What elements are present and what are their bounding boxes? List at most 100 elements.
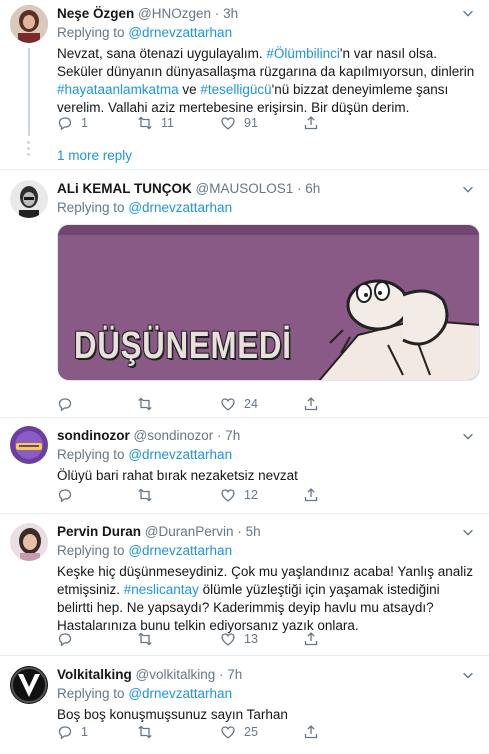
reply-button[interactable]: 1: [57, 114, 88, 132]
tweet-actions: 1 11 91: [57, 114, 357, 132]
like-button[interactable]: 91: [220, 114, 258, 132]
share-button[interactable]: [303, 395, 319, 413]
text-segment: ve: [178, 82, 201, 97]
caret-down-icon[interactable]: [461, 429, 475, 443]
author-name[interactable]: Volkitalking: [57, 667, 132, 682]
replying-to-label: Replying to: [57, 447, 125, 462]
share-button[interactable]: [303, 630, 319, 648]
tweet-time[interactable]: 6h: [305, 181, 320, 196]
caret-down-icon[interactable]: [461, 6, 475, 20]
retweet-icon: [138, 488, 152, 502]
like-button[interactable]: 12: [220, 486, 258, 504]
replying-to-mention[interactable]: @drnevzattarhan: [128, 200, 232, 215]
tweet-time[interactable]: 3h: [223, 6, 238, 21]
like-count: 13: [244, 632, 258, 646]
tweet-5[interactable]: Volkitalking @volkitalking · 7h Replying…: [0, 656, 489, 754]
tweet-3[interactable]: sondinozor @sondinozor · 7h Replying to …: [0, 418, 489, 514]
replying-to-mention[interactable]: @drnevzattarhan: [128, 543, 232, 558]
like-icon: [221, 398, 235, 411]
tweet-4[interactable]: Pervin Duran @DuranPervin · 5h Replying …: [0, 514, 489, 654]
avatar-pervin-duran[interactable]: [10, 523, 48, 561]
author-handle[interactable]: @HNOzgen: [138, 6, 211, 21]
tweet-image[interactable]: DÜŞÜNEMEDİ: [57, 224, 480, 381]
share-icon: [304, 632, 318, 646]
like-count: 12: [244, 488, 258, 502]
author-handle[interactable]: @volkitalking: [136, 667, 216, 682]
author-handle[interactable]: @MAUSOLOS1: [196, 181, 294, 196]
separator-dot: ·: [214, 6, 220, 21]
avatar-sondinozor[interactable]: [10, 426, 48, 464]
retweet-icon: [138, 725, 152, 739]
tweet-time[interactable]: 7h: [225, 428, 240, 443]
retweet-button[interactable]: 11: [137, 114, 174, 132]
author-name[interactable]: Pervin Duran: [57, 524, 141, 539]
like-button[interactable]: 13: [220, 630, 258, 648]
hashtag-link[interactable]: #Ölümbilinci: [266, 46, 340, 61]
tweet-actions: 24: [57, 395, 357, 413]
reply-icon: [58, 489, 72, 503]
tweet-text: Nevzat, sana ötenazi uygulayalım. #Ölümb…: [57, 45, 477, 117]
avatar-ali-kemal-tuncok[interactable]: [10, 180, 48, 218]
hashtag-link[interactable]: #hayataanlamkatma: [57, 82, 179, 97]
share-icon: [304, 488, 318, 502]
replying-to: Replying to @drnevzattarhan: [57, 24, 477, 42]
retweet-button[interactable]: [137, 630, 161, 648]
replying-to-mention[interactable]: @drnevzattarhan: [128, 686, 232, 701]
reply-button[interactable]: [57, 395, 81, 413]
separator-dot: ·: [217, 428, 222, 443]
tweet-text: Keşke hiç düşünmeseydiniz. Çok mu yaşlan…: [57, 563, 477, 635]
reply-button[interactable]: 1: [57, 723, 88, 741]
tweet-1[interactable]: Neşe Özgen @HNOzgen · 3h Replying to @dr…: [0, 0, 489, 166]
tweet-text: Ölüyü bari rahat bırak nezaketsiz nevzat: [57, 468, 298, 483]
like-icon: [221, 489, 235, 502]
caret-down-icon[interactable]: [461, 182, 475, 196]
share-button[interactable]: [303, 723, 319, 741]
tweet-actions: 12: [57, 486, 357, 504]
share-icon: [304, 725, 318, 739]
retweet-button[interactable]: [137, 486, 161, 504]
separator-dot: ·: [297, 181, 302, 196]
avatar-volkitalking[interactable]: [10, 666, 48, 704]
share-button[interactable]: [303, 486, 319, 504]
author-name[interactable]: Neşe Özgen: [57, 6, 134, 21]
replying-to: Replying to @drnevzattarhan: [57, 685, 477, 703]
like-icon: [221, 726, 235, 739]
retweet-button[interactable]: [137, 723, 161, 741]
tweet-2[interactable]: ALi KEMAL TUNÇOK @MAUSOLOS1 · 6h Replyin…: [0, 170, 489, 415]
replying-to-mention[interactable]: @drnevzattarhan: [128, 25, 232, 40]
tweet-time[interactable]: 7h: [227, 667, 242, 682]
author-handle[interactable]: @DuranPervin: [145, 524, 234, 539]
like-count: 91: [244, 116, 258, 130]
reply-button[interactable]: [57, 630, 81, 648]
separator-dot: ·: [219, 667, 224, 682]
author-name[interactable]: ALi KEMAL TUNÇOK: [57, 181, 192, 196]
tweet-time[interactable]: 5h: [246, 524, 261, 539]
hashtag-link[interactable]: #neslicantay: [124, 582, 199, 597]
thread-dots: [26, 141, 32, 159]
like-button[interactable]: 24: [220, 395, 258, 413]
replying-to-label: Replying to: [57, 25, 125, 40]
avatar-nese-ozgen[interactable]: [10, 5, 48, 43]
replying-to-mention[interactable]: @drnevzattarhan: [128, 447, 232, 462]
like-icon: [221, 633, 235, 646]
like-count: 25: [244, 725, 258, 739]
hashtag-link[interactable]: #teselligücü: [200, 82, 271, 97]
reply-button[interactable]: [57, 486, 81, 504]
author-handle[interactable]: @sondinozor: [134, 428, 214, 443]
tweet-text: Boş boş konuşmuşsunuz sayın Tarhan: [57, 707, 288, 722]
retweet-button[interactable]: [137, 395, 161, 413]
thread-line: [28, 48, 30, 136]
reply-count: 1: [81, 116, 88, 130]
replying-to-label: Replying to: [57, 200, 125, 215]
like-button[interactable]: 25: [220, 723, 258, 741]
caret-down-icon[interactable]: [461, 525, 475, 539]
replying-to-label: Replying to: [57, 686, 125, 701]
replying-to: Replying to @drnevzattarhan: [57, 542, 477, 560]
reply-count: 1: [81, 725, 88, 739]
author-name[interactable]: sondinozor: [57, 428, 130, 443]
reply-icon: [58, 633, 72, 647]
caret-down-icon[interactable]: [461, 668, 475, 682]
share-button[interactable]: [303, 114, 319, 132]
image-caption: DÜŞÜNEMEDİ: [74, 325, 292, 367]
more-replies-link[interactable]: 1 more reply: [57, 148, 132, 163]
